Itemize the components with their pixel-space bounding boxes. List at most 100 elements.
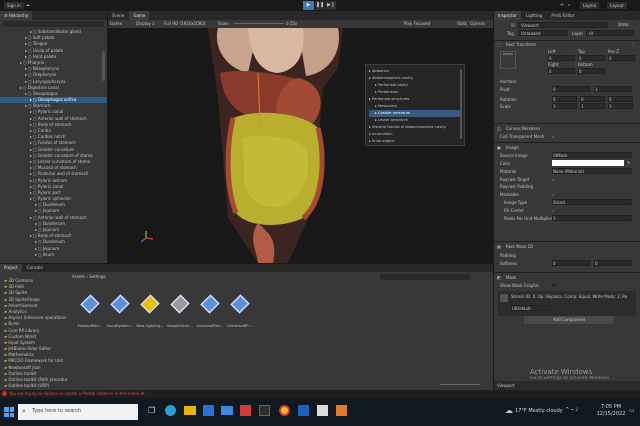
status-error-text[interactable]: You are trying to replace or create a Pr… <box>9 391 429 396</box>
source-image-field[interactable]: UIMask <box>552 152 632 158</box>
rot-y-field[interactable]: 0 <box>580 96 605 102</box>
image-header[interactable]: Image <box>506 145 519 150</box>
structure-menu-item[interactable]: ▸ Lesser omentum <box>369 117 461 124</box>
left-field[interactable]: 0 <box>548 55 575 61</box>
play-focused-dropdown[interactable]: Play Focused <box>404 21 430 26</box>
layout-dropdown[interactable]: Layout <box>607 2 627 9</box>
bottom-field[interactable]: 0 <box>578 68 605 74</box>
gizmos-button[interactable]: Gizmos <box>470 21 485 26</box>
eyedropper-icon[interactable]: ✎ <box>627 160 630 165</box>
raycast-padding-foldout[interactable]: Raycast Padding <box>500 184 533 189</box>
tab-game[interactable]: Game <box>129 11 150 20</box>
posz-field[interactable]: 0 <box>608 55 635 61</box>
history-icon[interactable]: ⟲ <box>560 2 563 7</box>
tab-scene[interactable]: Scene <box>108 11 128 20</box>
asset-size-slider[interactable] <box>440 384 480 385</box>
edge-icon[interactable] <box>165 405 176 416</box>
maskable-checkbox[interactable]: ✓ <box>552 192 555 197</box>
structure-menu-item[interactable]: ▸ Innervation <box>369 131 461 138</box>
search-icon[interactable]: ⌕ <box>568 2 570 7</box>
cloud-icon[interactable]: ☁ <box>26 2 30 7</box>
mail-icon[interactable] <box>221 406 233 415</box>
resolution-dropdown[interactable]: Full HD (1920x1080) <box>164 21 205 26</box>
softness-y-field[interactable]: 0 <box>594 260 632 266</box>
stats-button[interactable]: Stats <box>457 21 467 26</box>
anchor-preset-button[interactable]: stretch <box>500 51 516 69</box>
structure-menu-scrollbar[interactable] <box>460 69 462 139</box>
pixels-per-unit-field[interactable]: 1 <box>552 215 632 221</box>
scale-z-field[interactable]: 1 <box>608 103 633 109</box>
task-view-icon[interactable]: ❐ <box>148 406 155 415</box>
show-mask-graphic-checkbox[interactable] <box>552 283 556 287</box>
app-icon-blue[interactable] <box>298 405 309 416</box>
scale-slider[interactable] <box>234 23 284 24</box>
play-button[interactable]: ▶ <box>303 1 314 10</box>
structure-menu-item[interactable]: ▸ Peritoneal structures <box>369 96 461 103</box>
hierarchy-search[interactable] <box>3 21 104 27</box>
tray-icons[interactable]: ^ ⌁ ♪ <box>565 407 579 413</box>
object-name-field[interactable]: Viewport <box>518 22 608 28</box>
step-button[interactable]: ▶❙ <box>326 1 336 10</box>
canvas-renderer-header[interactable]: Canvas Renderer <box>506 126 540 131</box>
right-field[interactable]: 0 <box>548 68 575 74</box>
tab-console[interactable]: Console <box>23 264 47 272</box>
app-icon-orange[interactable] <box>336 405 347 416</box>
structure-menu-item[interactable]: ▸ Peritoneal cavity <box>369 82 461 89</box>
scale-x-field[interactable]: 1 <box>552 103 577 109</box>
gameobject-active-checkbox[interactable] <box>511 23 515 27</box>
tab-hierarchy[interactable]: ☰ Hierarchy <box>0 11 33 20</box>
windows-start-icon[interactable] <box>4 407 14 417</box>
asset-tile[interactable]: New Lighting... <box>136 294 164 334</box>
scale-y-field[interactable]: 1 <box>580 103 605 109</box>
color-swatch[interactable] <box>552 160 624 166</box>
rect-transform-header[interactable]: Rect Transform <box>506 42 536 47</box>
rot-z-field[interactable]: 0 <box>608 96 633 102</box>
material-field[interactable]: None (Material) <box>552 168 632 174</box>
app-icon-dark[interactable] <box>259 405 270 416</box>
weather-text[interactable]: 17°F Mostly cloudy <box>515 408 563 414</box>
tag-dropdown[interactable]: Untagged <box>518 30 568 36</box>
clock[interactable]: 7:05 PM 12/15/2022 <box>596 404 626 418</box>
breadcrumb-settings[interactable]: Settings <box>89 274 105 279</box>
top-field[interactable]: 0 <box>578 55 605 61</box>
fill-center-checkbox[interactable]: ✓ <box>552 208 555 213</box>
file-explorer-icon[interactable] <box>184 406 196 415</box>
hierarchy-item[interactable]: ▸ ◻ Ileum <box>0 252 107 258</box>
project-folder-item[interactable]: ▰ Outline toolkit (URP) <box>0 383 68 389</box>
tab-lighting[interactable]: Lighting <box>522 11 546 20</box>
structure-menu-item[interactable]: ▸ Greater omentum <box>369 110 461 117</box>
rect-mask-header[interactable]: Rect Mask 2D <box>506 244 533 249</box>
structure-menu-item[interactable]: ▸ Endo organs <box>369 138 461 145</box>
raycast-target-checkbox[interactable]: ✓ <box>552 177 555 182</box>
taskbar-search-box[interactable]: ⌕ Type here to search <box>18 404 138 420</box>
project-search[interactable] <box>380 274 470 280</box>
cull-transparent-checkbox[interactable]: ✓ <box>552 134 555 139</box>
asset-tile[interactable]: InputSystem... <box>106 294 134 334</box>
tab-project[interactable]: Project <box>0 264 22 272</box>
asset-tile[interactable]: UniversalRP-... <box>226 294 254 334</box>
game-viewport[interactable]: ▸ Abdomen ▸ Abdominopelvic cavity ▸ Perito… <box>108 28 493 263</box>
structure-menu-item[interactable]: ▸ Abdominopelvic cavity <box>369 75 461 82</box>
pivot-x-field[interactable]: 0 <box>552 86 590 92</box>
asset-tile[interactable]: UniversalRen... <box>196 294 224 334</box>
static-toggle[interactable]: Static <box>618 22 629 27</box>
image-type-dropdown[interactable]: Sliced <box>552 199 632 205</box>
softness-x-field[interactable]: 0 <box>552 260 590 266</box>
rot-x-field[interactable]: 0 <box>552 96 577 102</box>
pause-button[interactable]: ❚❚ <box>315 1 325 10</box>
breadcrumb-assets[interactable]: Assets <box>72 274 85 279</box>
component-menu-icon[interactable]: ⋮ <box>631 42 635 47</box>
tab-inspector[interactable]: Inspector <box>494 11 521 20</box>
pivot-y-field[interactable]: 1 <box>594 86 632 92</box>
asset-tile[interactable]: ForwardRen... <box>76 294 104 334</box>
notification-icon[interactable]: ▭ <box>629 407 635 414</box>
structure-menu-item[interactable]: ▸ Mesocolon <box>369 103 461 110</box>
asset-tile[interactable]: SampleScen... <box>166 294 194 334</box>
structure-menu-item[interactable]: ▸ Abdomen <box>369 68 461 75</box>
padding-foldout[interactable]: Padding <box>500 253 516 258</box>
layer-dropdown[interactable]: UI <box>586 30 634 36</box>
structure-menu-item[interactable]: ▸ Peritoneum <box>369 89 461 96</box>
display-dropdown[interactable]: Display 1 <box>136 21 155 26</box>
chrome-icon[interactable] <box>279 405 290 416</box>
anchors-foldout[interactable]: Anchors <box>500 79 516 84</box>
